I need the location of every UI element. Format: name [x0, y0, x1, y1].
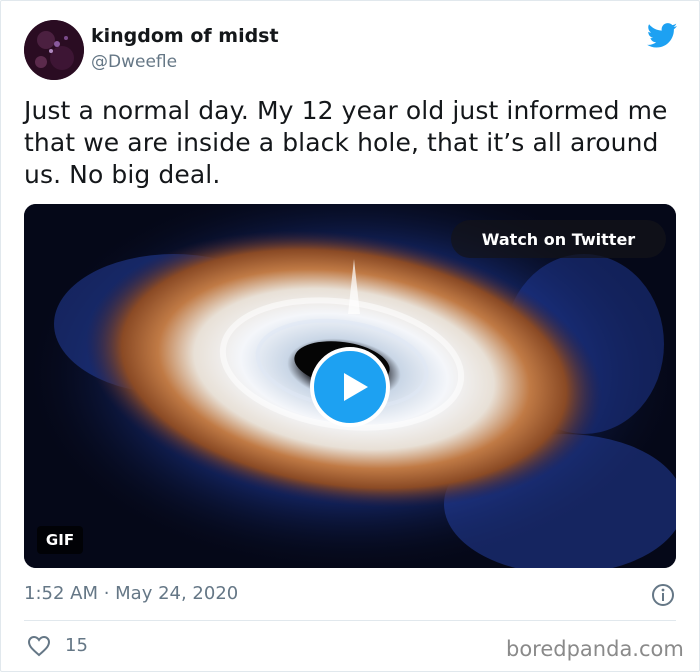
play-icon [344, 373, 368, 401]
divider [24, 620, 676, 621]
gif-badge: GIF [37, 526, 83, 554]
twitter-bird-icon[interactable] [647, 23, 677, 48]
like-count: 15 [65, 635, 88, 656]
display-name[interactable]: kingdom of midst [91, 25, 279, 47]
tweet-timestamp[interactable]: 1:52 AM · May 24, 2020 [24, 583, 238, 604]
avatar[interactable] [24, 20, 84, 80]
heart-icon[interactable] [27, 635, 51, 657]
tweet-text: Just a normal day. My 12 year old just i… [24, 96, 668, 189]
watch-on-twitter-button[interactable]: Watch on Twitter [451, 220, 666, 258]
info-icon[interactable] [651, 583, 675, 607]
user-handle[interactable]: @Dweefle [91, 52, 177, 72]
watermark: boredpanda.com [506, 637, 684, 661]
avatar-image [24, 20, 84, 80]
play-button[interactable] [310, 347, 390, 427]
tweet-card: kingdom of midst @Dweefle Just a normal … [0, 0, 700, 672]
